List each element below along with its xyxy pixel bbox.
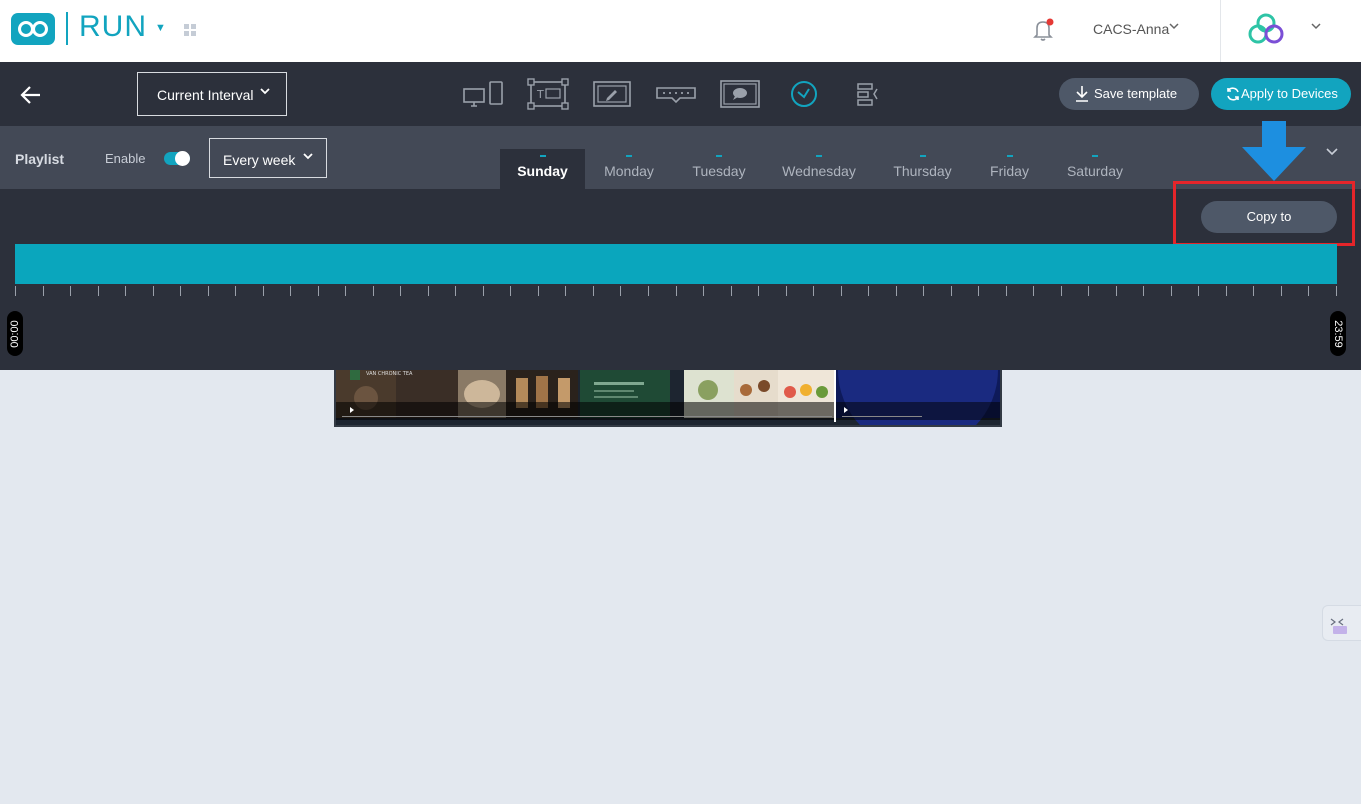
interval-select-value: Current Interval — [157, 87, 254, 103]
annotation-arrow-icon — [1240, 121, 1308, 183]
top-bar: RUN ▼ CACS-Anna — [0, 0, 1361, 62]
brand-menu-chevron-icon[interactable] — [1310, 20, 1322, 34]
top-divider — [1220, 0, 1221, 62]
back-arrow-icon[interactable] — [18, 83, 44, 107]
collapse-chevron-icon[interactable] — [1325, 144, 1339, 156]
collapse-arrows-icon — [1330, 618, 1347, 634]
screens-icon[interactable] — [462, 76, 506, 112]
end-time-label[interactable]: 23:59 — [1330, 311, 1346, 356]
apply-to-devices-label: Apply to Devices — [1241, 86, 1338, 101]
text-template-icon[interactable]: T — [527, 76, 569, 112]
timeline-ticks — [15, 286, 1337, 296]
sync-icon — [1225, 86, 1241, 105]
repeat-select-value: Every week — [223, 152, 296, 168]
edit-frame-icon[interactable] — [591, 76, 633, 112]
day-tab-monday[interactable]: Monday — [590, 149, 668, 189]
preview-thumbnails — [336, 290, 1000, 450]
timeline-bar[interactable] — [15, 244, 1337, 284]
ticker-icon[interactable] — [654, 76, 698, 112]
user-menu-chevron-icon[interactable] — [1168, 20, 1180, 34]
app-name[interactable]: RUN — [79, 10, 147, 44]
repeat-select[interactable]: Every week — [209, 138, 327, 178]
interval-select[interactable]: Current Interval — [137, 72, 287, 116]
align-icon[interactable] — [855, 76, 881, 112]
apps-grid-icon[interactable] — [184, 24, 197, 37]
playlist-label: Playlist — [15, 151, 65, 167]
highlight-annotation-box — [1173, 181, 1355, 246]
day-tab-friday[interactable]: Friday — [982, 149, 1037, 189]
save-template-button[interactable]: Save template — [1059, 78, 1199, 110]
logo-divider — [66, 12, 68, 45]
download-icon — [1074, 85, 1090, 106]
apply-to-devices-button[interactable]: Apply to Devices — [1211, 78, 1351, 110]
playlist-bar: Playlist Enable Every week Sunday Monday… — [0, 126, 1361, 189]
clock-icon[interactable] — [789, 76, 819, 112]
timeline-area: Copy to 00:00 23:59 — [0, 181, 1361, 370]
chevron-down-icon — [302, 150, 314, 164]
save-template-label: Save template — [1094, 86, 1178, 101]
svg-text:T: T — [536, 88, 544, 101]
app-switch-caret-icon[interactable]: ▼ — [155, 22, 166, 34]
chevron-down-icon — [259, 85, 271, 99]
message-icon[interactable] — [719, 76, 761, 112]
preview-strip[interactable]: VAN CHRONIC TEA — [334, 290, 1002, 450]
day-tab-saturday[interactable]: Saturday — [1060, 149, 1130, 189]
brand-logo-icon[interactable] — [1245, 12, 1287, 48]
day-tab-sunday[interactable]: Sunday — [500, 149, 585, 189]
side-panel-toggle[interactable] — [1322, 605, 1361, 641]
day-tab-tuesday[interactable]: Tuesday — [680, 149, 758, 189]
editor-toolbar: Current Interval T Save template Apply t… — [0, 62, 1361, 126]
run-logo-icon[interactable] — [11, 13, 55, 45]
enable-toggle-knob[interactable] — [175, 151, 190, 166]
user-name[interactable]: CACS-Anna — [1093, 21, 1169, 37]
notification-bell-icon[interactable] — [1030, 17, 1056, 43]
preview-brand-text: VAN CHRONIC TEA — [366, 371, 413, 377]
start-time-label[interactable]: 00:00 — [7, 311, 23, 356]
day-tab-wednesday[interactable]: Wednesday — [775, 149, 863, 189]
enable-label: Enable — [105, 151, 146, 166]
day-tab-thursday[interactable]: Thursday — [885, 149, 960, 189]
